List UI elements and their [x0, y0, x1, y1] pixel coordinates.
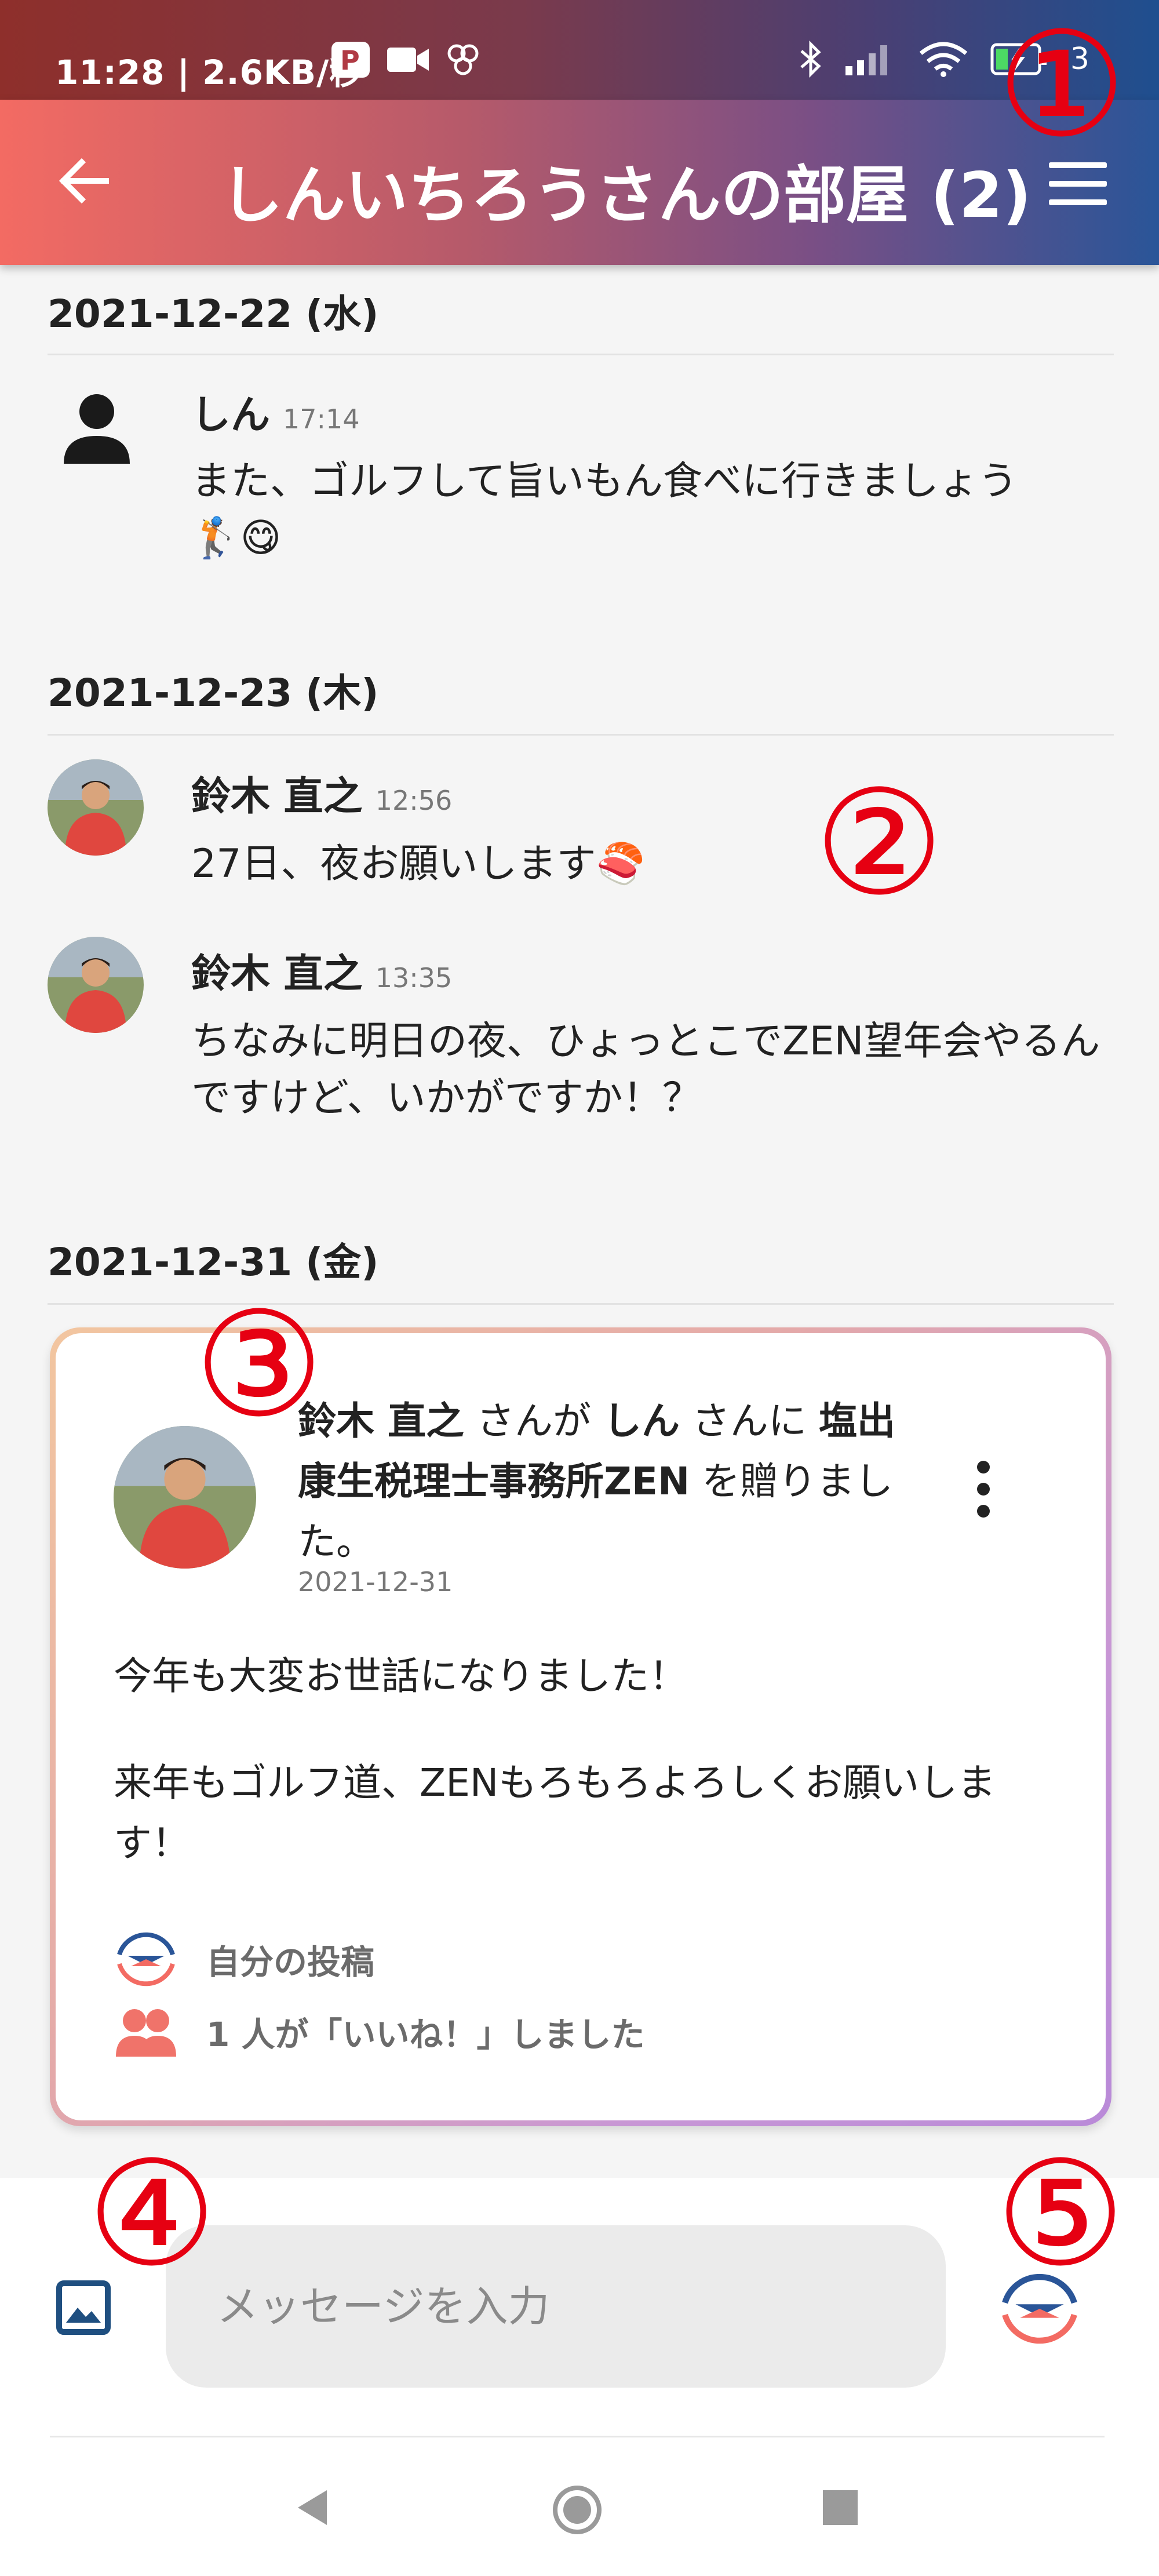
own-post-row: 自分の投稿 [111, 1924, 374, 1994]
image-icon[interactable] [56, 2280, 111, 2335]
composer-divider [50, 2436, 1105, 2437]
message-text: ちなみに明日の夜、ひょっとこでZEN望年会やるんですけど、いかがですか！？ [191, 1018, 1100, 1121]
zen-logo-icon [117, 1932, 175, 1986]
paypay-icon: P [331, 42, 370, 78]
status-icons: 3 [799, 41, 1089, 78]
svg-text:P: P [340, 45, 360, 76]
more-options-icon[interactable] [975, 1461, 992, 1519]
date-divider [48, 734, 1114, 736]
nav-home-icon[interactable] [549, 2482, 605, 2538]
people-icon [116, 2009, 176, 2057]
likes-row[interactable]: 1 人が「いいね！」しました [111, 2006, 645, 2058]
emoji-golf-yum: 🏌😋 [191, 515, 282, 561]
message-time: 17:14 [283, 403, 360, 435]
date-header: 2021-12-23 (木) [48, 671, 379, 715]
app-bar: しんいちろうさんの部屋 (2) [0, 100, 1159, 265]
status-bar: 11:28 | 2.6KB/秒 3 P [0, 0, 1159, 100]
status-time: 11:28 | 2.6KB/秒 [55, 53, 364, 92]
gift-message: 今年も大変お世話になりました！ 来年もゴルフ道、ZENもろもろよろしくお願いしま… [114, 1654, 996, 1865]
signal-icon [845, 45, 887, 75]
message-sender: 鈴木 直之 13:35 [191, 951, 453, 997]
gift-date: 2021-12-31 [298, 1566, 453, 1598]
avatar[interactable] [48, 759, 144, 856]
date-divider [48, 1303, 1114, 1305]
nav-recents-icon[interactable] [817, 2484, 863, 2531]
avatar[interactable] [114, 1426, 256, 1569]
message-text: 27日、夜お願いします🍣 [191, 841, 646, 887]
hamburger-menu-icon[interactable] [1049, 162, 1107, 209]
wifi-icon [919, 42, 968, 77]
zen-send-logo-icon[interactable] [994, 2264, 1085, 2354]
pinwheel-icon [447, 44, 479, 75]
avatar[interactable] [48, 937, 144, 1033]
arrow-left-icon[interactable] [55, 152, 113, 210]
message-sender: しん 17:14 [191, 392, 360, 438]
gift-card[interactable]: 鈴木 直之 さんが しん さんに 塩出康生税理士事務所ZEN を贈りました。 2… [50, 1327, 1111, 2126]
battery-charging-icon [990, 43, 1047, 75]
date-divider [48, 354, 1114, 355]
status-app-icons: P [330, 41, 481, 79]
system-nav-bar [0, 2438, 1159, 2576]
date-header: 2021-12-31 (金) [48, 1240, 379, 1285]
bluetooth-icon [800, 41, 821, 78]
message-text: また、ゴルフして旨いもん食べに行きましょう 🏌😋 [191, 459, 1018, 561]
date-header: 2021-12-22 (水) [48, 292, 379, 336]
gift-headline: 鈴木 直之 さんが しん さんに 塩出康生税理士事務所ZEN を贈りました。 [298, 1399, 895, 1564]
message-sender: 鈴木 直之 12:56 [191, 774, 453, 820]
person-icon [64, 394, 130, 464]
message-input[interactable] [166, 2225, 946, 2388]
video-icon [387, 48, 429, 72]
room-title: しんいちろうさんの部屋 (2) [220, 159, 1032, 232]
message-composer [0, 2178, 1159, 2438]
battery-level: 3 [1070, 42, 1089, 77]
nav-back-icon[interactable] [290, 2484, 336, 2531]
message-time: 12:56 [375, 785, 453, 816]
message-time: 13:35 [375, 962, 453, 994]
